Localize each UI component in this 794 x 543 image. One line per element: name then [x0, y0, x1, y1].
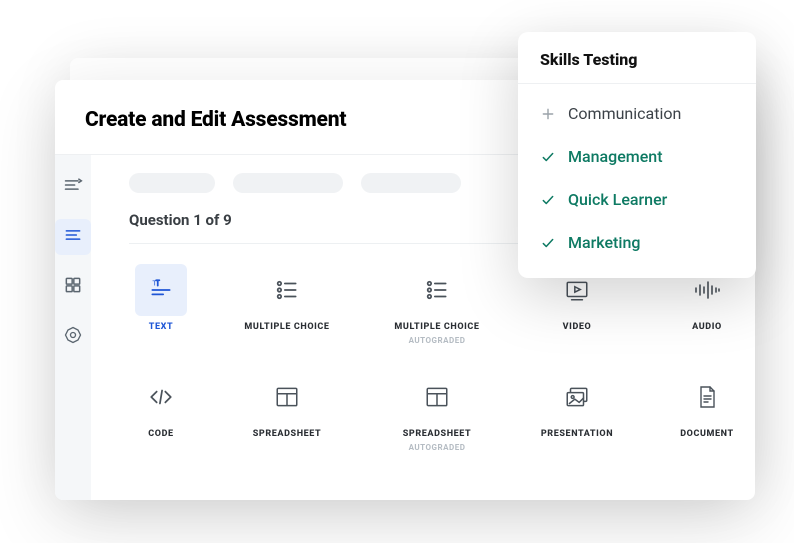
- spreadsheet-icon: [261, 371, 313, 423]
- type-spreadsheet[interactable]: SPREADSHEET: [231, 371, 343, 452]
- type-text[interactable]: T TEXT: [129, 264, 193, 345]
- plus-icon: [540, 106, 556, 122]
- type-code[interactable]: CODE: [129, 371, 193, 452]
- skills-popover: Skills Testing Communication Management …: [518, 32, 756, 278]
- type-label: TEXT: [149, 322, 173, 333]
- step-pill[interactable]: [233, 173, 343, 193]
- type-label: VIDEO: [563, 322, 592, 333]
- sidebar-item-questions[interactable]: [55, 219, 91, 255]
- type-label: CODE: [148, 429, 173, 440]
- checklist-icon: [261, 264, 313, 316]
- skill-item-management[interactable]: Management: [540, 135, 734, 178]
- question-type-grid: T TEXT: [129, 264, 753, 452]
- text-icon: T: [135, 264, 187, 316]
- type-label: SPREADSHEET: [403, 429, 472, 440]
- sidebar-item-grid[interactable]: [55, 269, 91, 305]
- type-label: AUDIO: [692, 322, 722, 333]
- skill-label: Marketing: [568, 233, 640, 252]
- type-spreadsheet-autograded[interactable]: SPREADSHEET AUTOGRADED: [381, 371, 493, 452]
- type-label: PRESENTATION: [541, 429, 613, 440]
- type-row: CODE SPREADSHEET: [129, 371, 753, 452]
- sidebar-item-steps[interactable]: [55, 169, 91, 205]
- type-label: DOCUMENT: [680, 429, 733, 440]
- steps-icon: [63, 175, 83, 199]
- presentation-icon: [551, 371, 603, 423]
- type-sublabel: AUTOGRADED: [409, 443, 466, 452]
- skill-label: Management: [568, 147, 663, 166]
- check-icon: [540, 149, 556, 165]
- type-multiple-choice[interactable]: MULTIPLE CHOICE: [231, 264, 343, 345]
- sidebar: [55, 155, 91, 500]
- step-pill[interactable]: [361, 173, 461, 193]
- type-presentation[interactable]: PRESENTATION: [531, 371, 623, 452]
- code-icon: [135, 371, 187, 423]
- check-icon: [540, 235, 556, 251]
- document-icon: [681, 371, 733, 423]
- skill-label: Communication: [568, 104, 681, 123]
- type-label: MULTIPLE CHOICE: [394, 322, 479, 333]
- skill-item-marketing[interactable]: Marketing: [540, 221, 734, 264]
- step-pill[interactable]: [129, 173, 215, 193]
- check-icon: [540, 192, 556, 208]
- spreadsheet-icon: [411, 371, 463, 423]
- skill-item-communication[interactable]: Communication: [540, 92, 734, 135]
- type-sublabel: AUTOGRADED: [409, 336, 466, 345]
- sidebar-item-settings[interactable]: [55, 319, 91, 355]
- grid-icon: [63, 275, 83, 299]
- skill-item-quick-learner[interactable]: Quick Learner: [540, 178, 734, 221]
- type-document[interactable]: DOCUMENT: [661, 371, 753, 452]
- popover-title: Skills Testing: [518, 32, 756, 84]
- checklist-icon: [411, 264, 463, 316]
- skill-list: Communication Management Quick Learner M…: [518, 84, 756, 264]
- type-label: SPREADSHEET: [253, 429, 322, 440]
- type-label: MULTIPLE CHOICE: [244, 322, 329, 333]
- gear-icon: [63, 325, 83, 349]
- skill-label: Quick Learner: [568, 190, 667, 209]
- type-multiple-choice-autograded[interactable]: MULTIPLE CHOICE AUTOGRADED: [381, 264, 493, 345]
- list-icon: [63, 225, 83, 249]
